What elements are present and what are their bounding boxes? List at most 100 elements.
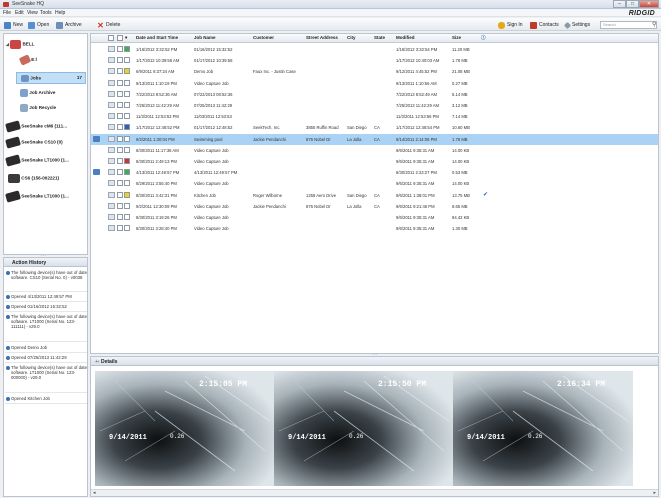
delete-button[interactable]: ✕ Delete bbox=[97, 21, 120, 29]
table-row[interactable]: 8/30/2011 11:17:36 AM Video Capture Job 9/… bbox=[91, 145, 658, 156]
scroll-left-icon[interactable]: ◂ bbox=[93, 490, 96, 496]
menu-file[interactable]: File bbox=[3, 10, 11, 16]
sign-in-button[interactable]: Sign In bbox=[498, 21, 523, 29]
table-row[interactable]: 9/13/2011 1:10:19 PM Video Capture Job 9/1… bbox=[91, 78, 658, 89]
row-checkbox[interactable] bbox=[117, 46, 123, 52]
details-header[interactable]: +‹ Details bbox=[91, 357, 658, 366]
menu-view[interactable]: View bbox=[27, 10, 38, 16]
table-row[interactable]: 8/30/2011 3:28:40 PM Video Capture Job 9/6… bbox=[91, 223, 658, 234]
video-thumbnail[interactable]: 2:15:50 PM 9/14/2011 0.26 bbox=[274, 371, 454, 486]
header-checkbox[interactable] bbox=[117, 35, 123, 41]
row-checkbox[interactable] bbox=[117, 180, 123, 187]
color-tag[interactable] bbox=[124, 113, 130, 120]
row-checkbox[interactable] bbox=[117, 90, 123, 97]
color-tag[interactable] bbox=[124, 90, 130, 97]
row-checkbox[interactable] bbox=[117, 169, 123, 176]
color-tag[interactable] bbox=[124, 146, 130, 153]
close-button[interactable]: ✕ bbox=[639, 0, 659, 8]
tree-node-drive[interactable]: E:\ bbox=[18, 54, 37, 66]
col-customer[interactable]: Customer bbox=[253, 35, 274, 40]
row-checkbox[interactable] bbox=[117, 57, 123, 64]
color-tag[interactable] bbox=[124, 225, 130, 232]
history-item[interactable]: Opened Demo Job bbox=[5, 345, 87, 353]
row-checkbox[interactable] bbox=[117, 158, 123, 164]
col-modified[interactable]: Modified bbox=[396, 35, 415, 40]
archive-button[interactable]: Archive bbox=[56, 21, 82, 29]
tree-node-job-recycle[interactable]: Job Recycle bbox=[20, 104, 56, 112]
row-checkbox[interactable] bbox=[117, 202, 123, 209]
table-row[interactable]: 6/9/2011 8:37:24 AM Demo Job Faux Inc. - J… bbox=[91, 66, 658, 77]
menu-tools[interactable]: Tools bbox=[40, 10, 52, 16]
color-tag[interactable] bbox=[124, 124, 130, 131]
scroll-right-icon[interactable]: ▸ bbox=[653, 490, 656, 496]
open-button[interactable]: Open bbox=[28, 21, 49, 29]
col-city[interactable]: City bbox=[347, 35, 356, 40]
history-item[interactable]: The following device(s) have out of date… bbox=[5, 365, 87, 393]
row-checkbox[interactable] bbox=[117, 191, 123, 198]
tree-node-device-2[interactable]: SeeSnake CS10 (0) bbox=[5, 136, 63, 149]
row-checkbox[interactable] bbox=[117, 225, 123, 232]
col-size[interactable]: Size bbox=[452, 35, 461, 40]
table-row[interactable]: 1/17/2012 10:39:58 AM 01/17/2012 10:39:58… bbox=[91, 55, 658, 66]
color-column-header[interactable]: ▾ bbox=[125, 35, 127, 41]
table-row[interactable]: 9/2/2011 12:30:09 PM Video Capture Job Jac… bbox=[91, 201, 658, 212]
search-icon[interactable]: ⚲ bbox=[652, 21, 656, 28]
row-checkbox[interactable] bbox=[117, 214, 123, 220]
table-row[interactable]: 4/13/2011 12:49:57 PM 4/13/2011 12:49:57 … bbox=[91, 167, 658, 178]
color-tag[interactable] bbox=[124, 180, 130, 187]
settings-button[interactable]: Settings bbox=[563, 21, 590, 29]
row-checkbox[interactable] bbox=[117, 113, 123, 120]
color-tag[interactable] bbox=[124, 46, 130, 52]
history-item[interactable]: The following device(s) have out of date… bbox=[5, 314, 87, 342]
history-item[interactable]: Opened 4/13/2011 12:49:57 PM bbox=[5, 294, 87, 302]
tree-node-device-1[interactable]: SeeSnake cM6 (111... bbox=[5, 120, 67, 133]
table-row[interactable]: 9/2/2011 1:30:04 PM Swimming pool Jackie P… bbox=[91, 133, 658, 145]
row-checkbox[interactable] bbox=[117, 102, 123, 108]
color-tag[interactable] bbox=[124, 214, 130, 220]
color-tag[interactable] bbox=[124, 79, 130, 86]
new-button[interactable]: New bbox=[4, 21, 23, 29]
row-checkbox[interactable] bbox=[117, 68, 123, 75]
tree-node-device-5[interactable]: SeeSnake LT1000 (1... bbox=[5, 190, 69, 203]
tree-node-device-4[interactable]: CS6 (156-002221) bbox=[8, 174, 59, 183]
table-row[interactable]: 8/30/2011 3:42:31 PM Kitchen Job Roger Wil… bbox=[91, 190, 658, 201]
tree-node-device-3[interactable]: SeeSnake LT1000 (1... bbox=[5, 154, 69, 167]
col-street[interactable]: Street Address bbox=[306, 35, 338, 40]
row-checkbox[interactable] bbox=[117, 135, 123, 142]
col-date[interactable]: Date and Start Time bbox=[136, 35, 178, 40]
search-input[interactable]: Search bbox=[600, 21, 657, 29]
row-checkbox[interactable] bbox=[117, 79, 123, 86]
color-tag[interactable] bbox=[124, 158, 130, 164]
table-row[interactable]: 1/16/2012 3:32:52 PM 01/16/2012 15:32:52 1… bbox=[91, 44, 658, 55]
minimize-button[interactable]: – bbox=[613, 0, 626, 8]
table-row[interactable]: 7/25/2013 11:42:29 AM 07/25/2013 11:42:29… bbox=[91, 100, 658, 111]
row-checkbox[interactable] bbox=[117, 124, 123, 131]
table-row[interactable]: 8/30/2011 3:19:26 PM Video Capture Job 9/6… bbox=[91, 212, 658, 223]
color-tag[interactable] bbox=[124, 191, 130, 198]
color-tag[interactable] bbox=[124, 57, 130, 64]
tree-node-bell[interactable]: ◢ BELL bbox=[6, 40, 34, 49]
history-item[interactable]: Opened Kitchen Job bbox=[5, 396, 87, 404]
menu-edit[interactable]: Edit bbox=[15, 10, 24, 16]
history-item[interactable]: The following device(s) have out of date… bbox=[5, 270, 87, 292]
select-all-checkbox[interactable] bbox=[108, 35, 114, 41]
row-checkbox[interactable] bbox=[117, 146, 123, 153]
table-row[interactable]: 11/3/2011 12:53:53 PM 11/03/2011 12:53:53… bbox=[91, 111, 658, 122]
table-row[interactable]: 8/30/2011 2:49:13 PM Video Capture Job 9/6… bbox=[91, 156, 658, 167]
color-tag[interactable] bbox=[124, 68, 130, 75]
tree-node-job-archive[interactable]: Job Archive bbox=[20, 89, 55, 97]
video-thumbnail[interactable]: 2:16:34 PM 9/14/2011 0.26 bbox=[453, 371, 633, 486]
video-thumbnail[interactable]: 2:15:05 PM 9/14/2011 0.26 bbox=[95, 371, 275, 486]
table-row[interactable]: 1/17/2012 12:48:52 PM 01/17/2012 12:48:52… bbox=[91, 122, 658, 133]
history-item[interactable]: Opened 01/16/2012 15:32:52 bbox=[5, 304, 87, 312]
tree-node-jobs[interactable]: Jobs 17 bbox=[16, 72, 86, 84]
color-tag[interactable] bbox=[124, 169, 130, 176]
table-row[interactable]: 7/22/2013 8:52:36 AM 07/22/2013 08:52:36 7… bbox=[91, 89, 658, 100]
horizontal-scrollbar[interactable]: ◂ ▸ bbox=[91, 489, 658, 496]
maximize-button[interactable]: □ bbox=[626, 0, 639, 8]
table-row[interactable]: 8/29/2011 3:55:40 PM Video Capture Job 9/6… bbox=[91, 178, 658, 189]
menu-help[interactable]: Help bbox=[55, 10, 65, 16]
col-job-name[interactable]: Job Name bbox=[194, 35, 216, 40]
history-item[interactable]: Opened 07/25/2013 11:42:29 bbox=[5, 355, 87, 363]
color-tag[interactable] bbox=[124, 202, 130, 209]
